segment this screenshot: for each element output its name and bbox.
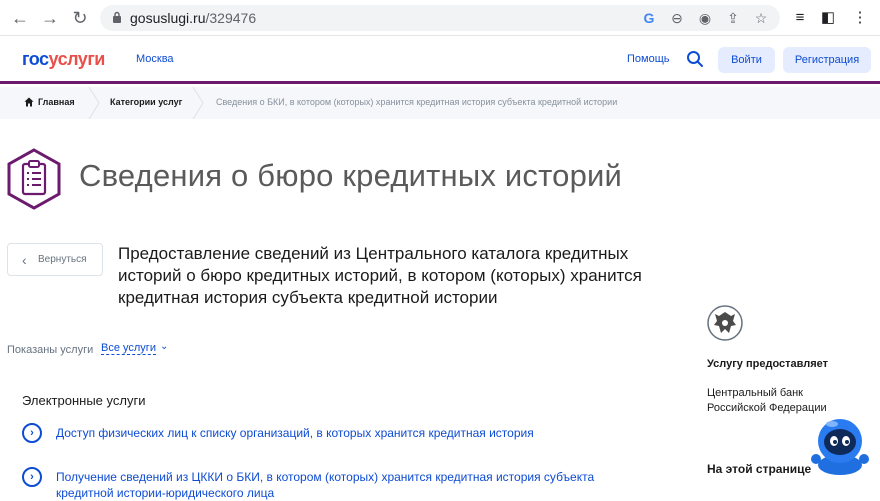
provider-name: Центральный банк Российской Федерации <box>707 387 827 414</box>
menu-icon[interactable]: ⋮ <box>850 8 870 28</box>
city-selector[interactable]: Москва <box>136 53 174 65</box>
help-link[interactable]: Помощь <box>627 53 670 65</box>
share-icon[interactable]: ⇪ <box>724 9 742 27</box>
service-link[interactable]: Получение сведений из ЦККИ о БКИ, в кото… <box>56 469 636 501</box>
breadcrumb-current: Сведения о БКИ, в котором (которых) хран… <box>216 97 618 107</box>
login-button[interactable]: Войти <box>718 47 775 73</box>
forward-arrow-icon[interactable]: → <box>40 8 60 28</box>
url-text: gosuslugi.ru/329476 <box>130 10 257 26</box>
breadcrumb-separator <box>192 87 204 119</box>
site-header: госуслуги Москва Помощь Войти Регистраци… <box>0 36 880 84</box>
back-arrow-icon[interactable]: ← <box>10 8 30 28</box>
google-icon[interactable]: G <box>640 9 658 27</box>
chevron-right-circle-icon: › <box>22 423 42 443</box>
clipboard-icon <box>7 148 61 210</box>
search-icon[interactable] <box>686 50 704 68</box>
eye-off-icon[interactable]: ◉ <box>696 9 714 27</box>
robot-assistant-icon[interactable] <box>810 415 870 477</box>
gosuslugi-logo[interactable]: госуслуги <box>22 49 105 70</box>
page-title: Сведения о бюро кредитных историй <box>79 158 623 193</box>
breadcrumb-home[interactable]: Главная <box>38 97 75 107</box>
back-button-label: Вернуться <box>38 254 87 265</box>
service-link[interactable]: Доступ физических лиц к списку организац… <box>56 425 636 441</box>
electronic-services-heading: Электронные услуги <box>22 393 146 408</box>
address-bar[interactable]: gosuslugi.ru/329476 G ⊖ ◉ ⇪ ☆ <box>100 5 780 31</box>
breadcrumb-separator <box>88 87 100 119</box>
chevron-down-icon[interactable]: ⌄ <box>160 341 168 352</box>
sidepanel-icon[interactable]: ◧ <box>818 8 838 28</box>
lock-icon <box>113 11 121 23</box>
chevron-right-circle-icon: › <box>22 467 42 487</box>
chevron-left-icon: ‹ <box>22 252 27 268</box>
breadcrumb: Главная Категории услуг Сведения о БКИ, … <box>0 87 880 119</box>
shown-services-label: Показаны услуги <box>7 344 94 356</box>
browser-toolbar: ← → ↻ gosuslugi.ru/329476 G ⊖ ◉ ⇪ ☆ ≡ ◧ … <box>0 0 880 36</box>
zoom-icon[interactable]: ⊖ <box>668 9 686 27</box>
services-filter-dropdown[interactable]: Все услуги <box>101 342 156 355</box>
reload-icon[interactable]: ↻ <box>70 8 90 28</box>
service-title: Предоставление сведений из Центрального … <box>118 244 642 307</box>
star-icon[interactable]: ☆ <box>752 9 770 27</box>
home-icon <box>24 97 34 107</box>
register-button[interactable]: Регистрация <box>783 47 871 73</box>
back-button[interactable]: ‹ Вернуться <box>7 243 103 276</box>
on-this-page-heading: На этой странице <box>707 462 812 476</box>
playlist-icon[interactable]: ≡ <box>790 8 810 28</box>
provider-label: Услугу предоставляет <box>707 358 829 370</box>
breadcrumb-categories[interactable]: Категории услуг <box>110 97 182 107</box>
bank-emblem-icon <box>707 305 743 341</box>
